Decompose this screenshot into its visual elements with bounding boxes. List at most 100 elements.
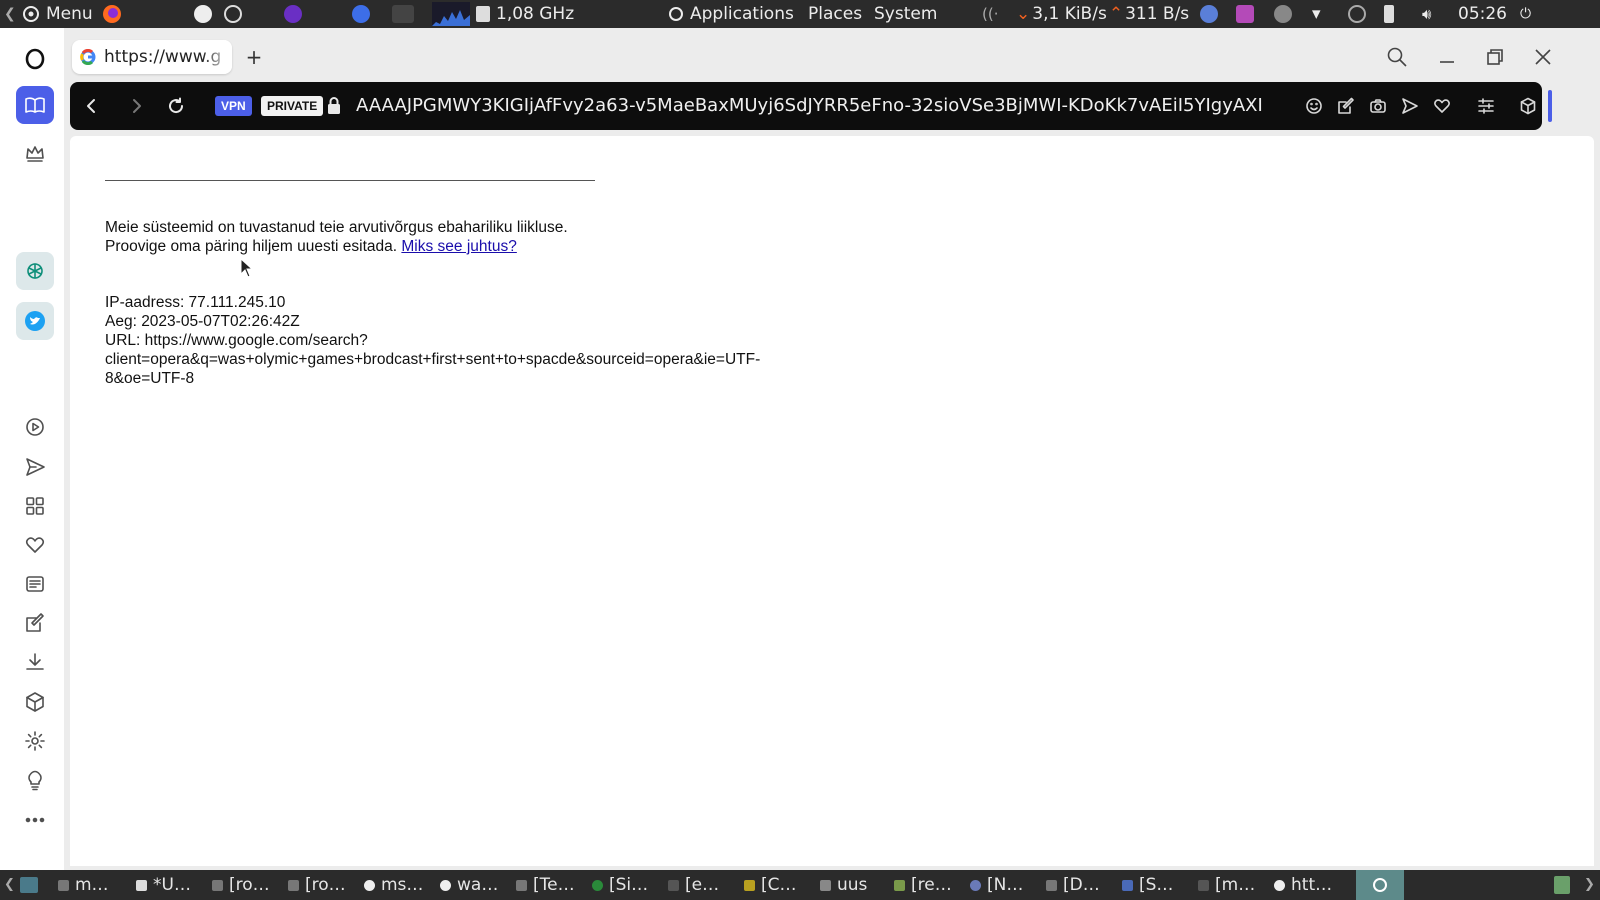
sidebar-workspace-button[interactable] [16,86,54,124]
sidebar-more-button[interactable] [16,801,54,839]
taskbar-item-4[interactable]: ms… [364,870,423,900]
taskbar-item-15[interactable]: [m… [1198,870,1255,900]
sidebar-extensions-button[interactable] [16,683,54,721]
taskbar-item-label: ms… [381,875,424,895]
cpu-freq-applet[interactable]: 1,08 GHz [476,0,574,28]
forward-button[interactable] [122,92,150,120]
taskbar-item-9[interactable]: [C… [744,870,797,900]
clock[interactable]: 05:26 [1458,0,1507,28]
trash-icon[interactable] [1554,870,1570,900]
sidebar-crown-button[interactable] [16,134,54,172]
applications-menu[interactable]: Applications [668,0,794,28]
taskbar-item-1[interactable]: *U… [136,870,191,900]
taskbar-item-13[interactable]: [D… [1046,870,1100,900]
notifications-tray-icon[interactable] [1348,5,1366,23]
why-did-this-happen-link[interactable]: Miks see juhtus? [401,238,516,255]
taskbar-item-label: [re… [911,875,952,895]
news-icon [26,576,44,592]
volume-tray-icon[interactable]: 🔊︎ [1422,0,1431,28]
taskbar-item-6[interactable]: [Te… [516,870,575,900]
terminal-launcher-icon[interactable] [392,5,414,23]
reload-icon [169,97,184,114]
lock-icon[interactable] [326,96,342,116]
sidebar-player-button[interactable] [16,408,54,446]
taskbar-item-0[interactable]: m… [58,870,109,900]
qbittorrent-tray-icon[interactable] [1200,5,1218,23]
applications-icon [669,7,683,21]
taskbar-item-label: [S… [1139,875,1174,895]
workspace-switcher[interactable] [1356,870,1404,900]
easy-setup-button[interactable] [1476,96,1496,116]
network-speed-applet[interactable]: ⌄ 3,1 KiB/s ⌃ 311 B/s [1016,0,1189,28]
restore-button[interactable] [1478,40,1512,74]
font-tool-icon[interactable] [194,5,212,23]
firefox-launcher[interactable] [102,0,122,28]
send-to-flow-button[interactable] [1400,96,1420,116]
tab-search-button[interactable] [1380,40,1414,74]
sidebar-chatgpt-button[interactable] [16,252,54,290]
taskbar-item-8[interactable]: [e… [668,870,719,900]
taskbar-scroll-left-icon[interactable]: ❮ [4,870,15,900]
terminal-icon [288,879,299,891]
bookmark-button[interactable] [1432,96,1452,116]
opera-logo-icon [25,48,45,70]
sidebar-tips-button[interactable] [16,761,54,799]
taskbar-scroll-right-icon[interactable]: ❯ [1584,870,1595,900]
reload-button[interactable] [162,92,190,120]
profile-indicator[interactable] [1548,90,1552,122]
panel-scroll-left-icon[interactable]: ❮ [4,0,16,28]
sidebar-bookmarks-button[interactable] [16,526,54,564]
system-menu[interactable]: System [874,0,937,28]
smiley-icon [1306,98,1322,114]
wifi-signal-icon[interactable]: ((· [982,0,998,28]
desktop-icon [20,877,38,893]
menu-button[interactable]: Menu [22,0,93,28]
places-menu[interactable]: Places [808,0,862,28]
taskbar-item-label: wa… [457,875,499,895]
sidebar-send-button[interactable] [16,448,54,486]
settings-cog-icon[interactable] [224,5,242,23]
vpn-badge[interactable]: VPN [215,96,252,116]
tab-title: https://www.g [104,47,222,67]
taskbar-item-14[interactable]: [S… [1122,870,1173,900]
taskbar-item-12[interactable]: [N… [970,870,1023,900]
taskbar: ❮ m… *U… [ro… [ro… ms… wa… [Te… [Si… [e…… [0,870,1600,900]
opera-icon [440,879,451,891]
audio-tray-icon[interactable] [1236,5,1254,23]
info-tray-icon[interactable] [1274,5,1292,23]
extensions-button[interactable] [1518,96,1538,116]
podcast-app-icon[interactable] [284,5,302,23]
snapshot-button[interactable] [1368,96,1388,116]
battery-tray-icon[interactable] [1384,5,1394,23]
sidebar-settings-button[interactable] [16,722,54,760]
sidebar-news-button[interactable] [16,565,54,603]
download-icon [26,653,44,670]
pin-to-board-button[interactable] [1336,96,1356,116]
taskbar-item-3[interactable]: [ro… [288,870,346,900]
wifi-tray-icon[interactable]: ▾ [1312,0,1321,28]
show-desktop-button[interactable] [20,870,38,900]
close-button[interactable] [1526,40,1560,74]
opera-menu-button[interactable] [16,40,54,78]
sidebar-downloads-button[interactable] [16,643,54,681]
top-panel: ❮ Menu 1,08 GHz Applications Places Syst… [0,0,1600,28]
taskbar-item-label: htt… [1291,875,1333,895]
sidebar-speed-dial-button[interactable] [16,487,54,525]
taskbar-item-16[interactable]: htt… [1274,870,1332,900]
minimize-button[interactable] [1430,40,1464,74]
taskbar-item-7[interactable]: [Si… [592,870,648,900]
taskbar-item-11[interactable]: [re… [894,870,952,900]
power-icon[interactable]: ⏻ [1520,0,1531,28]
new-tab-button[interactable]: + [242,45,266,69]
page-content: Meie süsteemid on tuvastanud teie arvuti… [70,136,1594,866]
taskbar-item-5[interactable]: wa… [440,870,498,900]
opera-launcher-icon[interactable] [352,5,370,23]
back-button[interactable] [78,92,106,120]
sidebar-pinboard-button[interactable] [16,604,54,642]
url-field[interactable]: AAAAJPGMWY3KIGIjAfFvy2a63-v5MaeBaxMUyj6S… [356,82,1296,130]
taskbar-item-2[interactable]: [ro… [212,870,270,900]
sidebar-twitter-button[interactable] [16,302,54,340]
taskbar-item-10[interactable]: uus [820,870,867,900]
tab-active[interactable]: https://www.g [72,40,232,74]
emoji-button[interactable] [1304,96,1324,116]
